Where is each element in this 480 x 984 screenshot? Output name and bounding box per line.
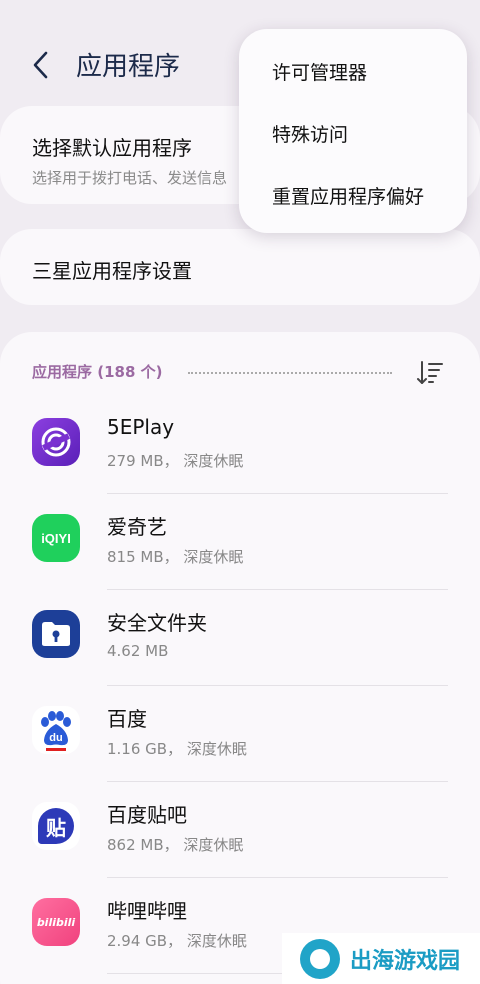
samsung-app-settings-title: 三星应用程序设置	[32, 259, 192, 283]
secure-folder-app-icon	[32, 610, 80, 658]
app-size: 279 MB， 深度休眠	[107, 452, 244, 470]
app-size: 1.16 GB， 深度休眠	[107, 740, 247, 758]
app-size: 815 MB， 深度休眠	[107, 548, 244, 566]
baidu-app-icon: du	[32, 706, 80, 754]
default-apps-subtitle: 选择用于拨打电话、发送信息	[32, 169, 228, 187]
app-size: 2.94 GB， 深度休眠	[107, 932, 247, 950]
app-name: 百度贴吧	[107, 803, 187, 827]
app-count-label: 应用程序 (188 个)	[32, 363, 163, 381]
app-list-item[interactable]: du 百度 1.16 GB， 深度休眠	[0, 686, 480, 782]
app-name: 爱奇艺	[107, 515, 167, 539]
app-list-header: 应用程序 (188 个)	[32, 359, 444, 389]
dotted-divider	[188, 372, 392, 374]
iqiyi-app-icon: iQIYI	[32, 514, 80, 562]
watermark-text: 出海游戏园	[350, 948, 461, 974]
app-list-card: 应用程序 (188 个) 5EPlay 279 MB， 深度休眠 iQIYI 爱…	[0, 332, 480, 984]
app-name: 安全文件夹	[107, 611, 207, 635]
watermark: 出海游戏园	[282, 933, 480, 984]
baidu-logo-text: du	[49, 732, 62, 744]
app-size: 862 MB， 深度休眠	[107, 836, 244, 854]
app-name: 哔哩哔哩	[107, 899, 187, 923]
tieba-logo-text: 贴	[46, 815, 66, 840]
app-list-item[interactable]: iQIYI 爱奇艺 815 MB， 深度休眠	[0, 494, 480, 590]
back-button[interactable]	[28, 48, 54, 82]
app-name: 百度	[107, 707, 147, 731]
menu-item-special-access[interactable]: 特殊访问	[272, 120, 348, 147]
baidu-tieba-app-icon: 贴	[32, 802, 80, 850]
app-list-item[interactable]: 5EPlay 279 MB， 深度休眠	[0, 398, 480, 494]
samsung-app-settings-card[interactable]: 三星应用程序设置	[0, 229, 480, 305]
app-list-item[interactable]: 安全文件夹 4.62 MB	[0, 590, 480, 686]
menu-item-reset-app-preferences[interactable]: 重置应用程序偏好	[272, 182, 424, 209]
app-list-item[interactable]: 贴 百度贴吧 862 MB， 深度休眠	[0, 782, 480, 878]
menu-item-permission-manager[interactable]: 许可管理器	[272, 58, 367, 85]
bilibili-logo-text: bilibili	[36, 915, 76, 929]
iqiyi-logo-text: iQIYI	[41, 530, 71, 546]
chevron-left-icon	[33, 51, 48, 79]
page-title: 应用程序	[76, 52, 181, 82]
5eplay-app-icon	[32, 418, 80, 466]
bilibili-app-icon: bilibili	[32, 898, 80, 946]
app-name: 5EPlay	[107, 415, 175, 439]
overflow-menu: 许可管理器 特殊访问 重置应用程序偏好	[239, 29, 467, 233]
default-apps-title: 选择默认应用程序	[32, 136, 192, 160]
watermark-logo-icon	[300, 938, 340, 979]
sort-icon	[417, 361, 443, 384]
sort-button[interactable]	[416, 359, 444, 387]
app-size: 4.62 MB	[107, 642, 169, 660]
